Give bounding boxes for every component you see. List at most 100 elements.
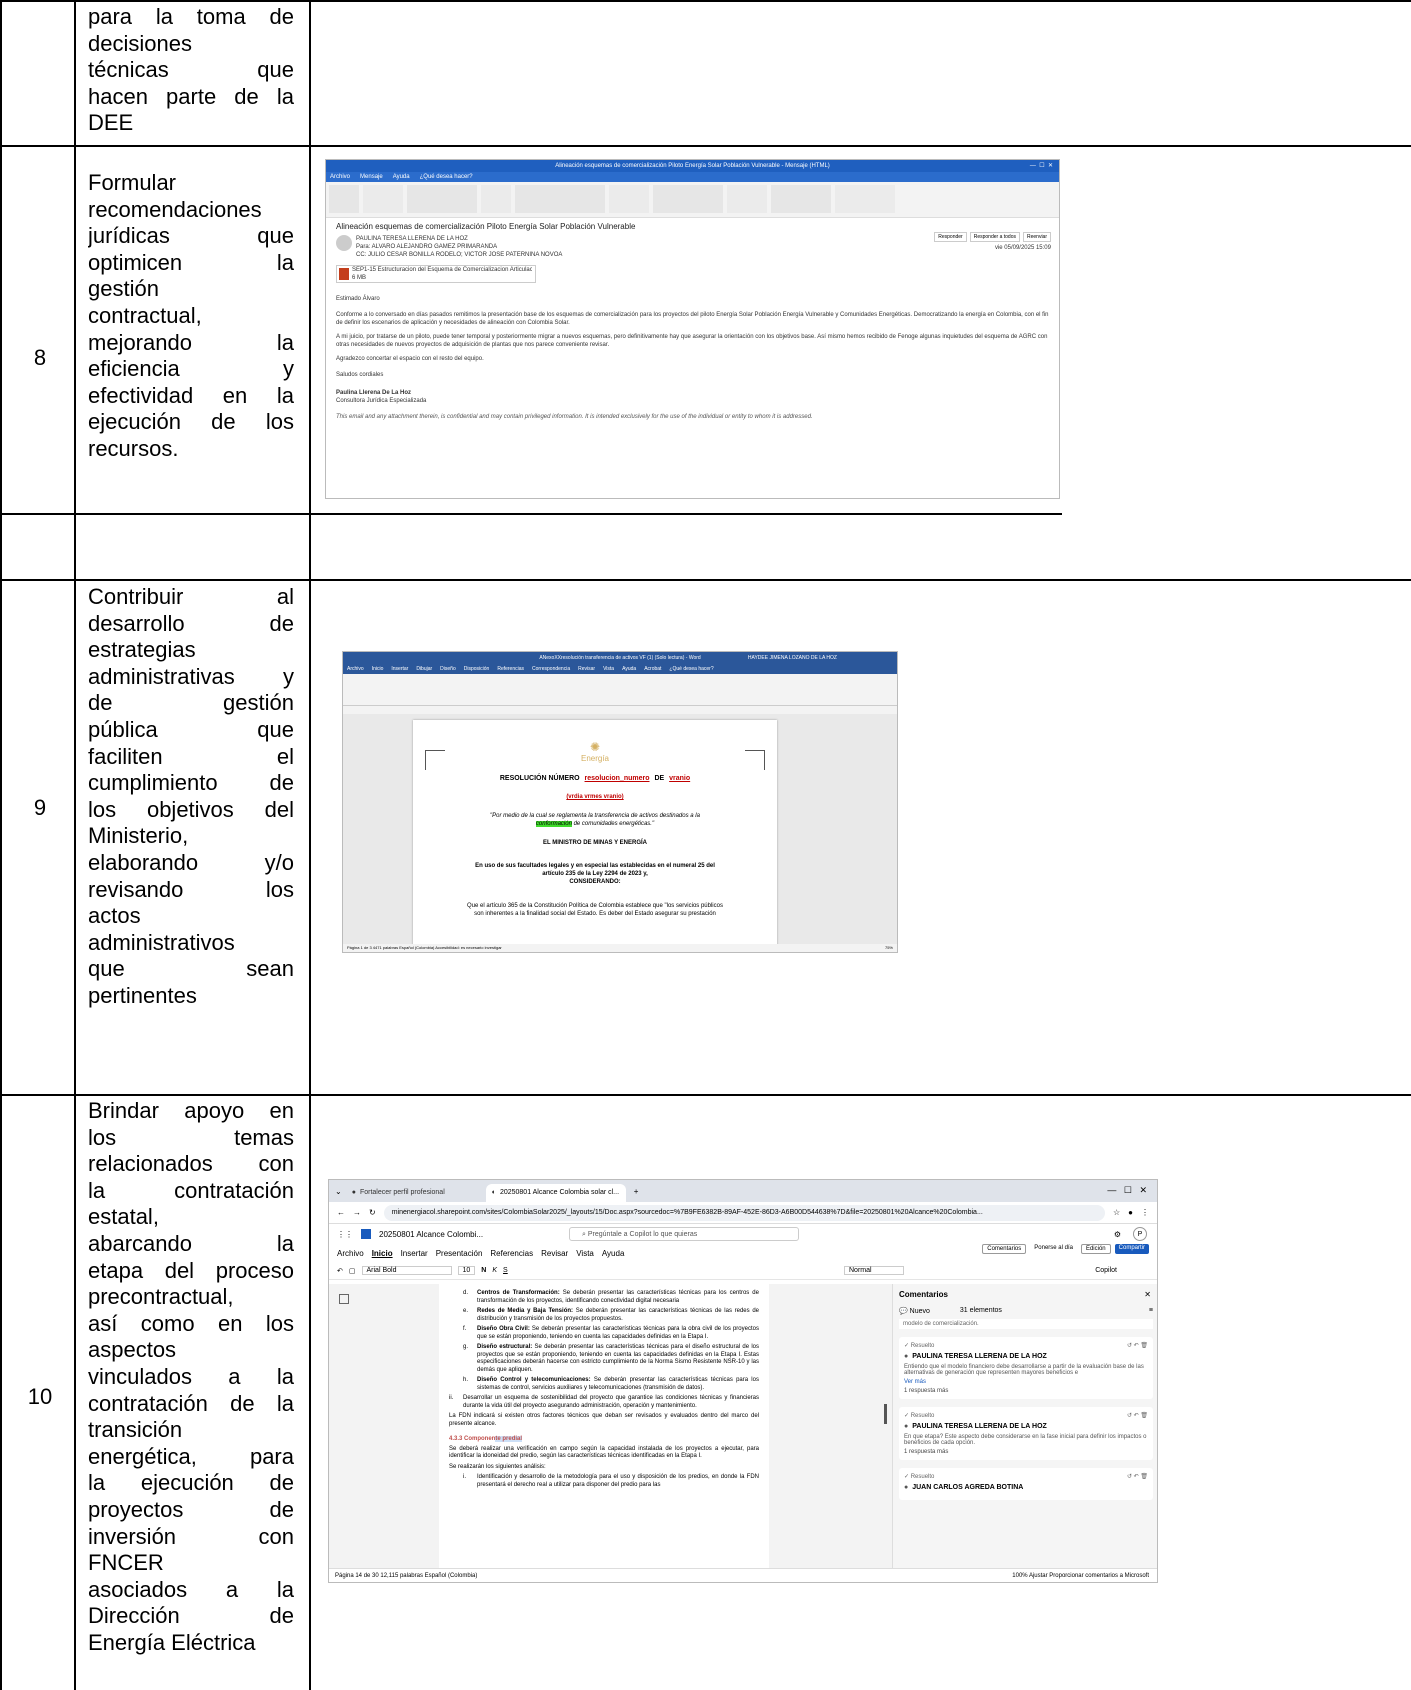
ribbon-group[interactable]	[407, 185, 477, 213]
menu-tab-archivo[interactable]: Archivo	[337, 1249, 364, 1258]
email-closing: Saludos cordiales	[336, 372, 384, 378]
ribbon-tab[interactable]: Diseño	[440, 666, 456, 672]
ribbon-tab[interactable]: Acrobat	[644, 666, 661, 672]
ribbon-group[interactable]	[609, 185, 649, 213]
item-text: Centros de Transformación: Se deberán pr…	[477, 1290, 759, 1305]
new-tab-icon[interactable]: +	[634, 1187, 639, 1196]
ribbon-tab[interactable]: Referencias	[497, 666, 524, 672]
ribbon-group[interactable]	[727, 185, 767, 213]
sender-name[interactable]: PAULINA TERESA LLERENA DE LA HOZ	[356, 235, 562, 243]
ribbon-group[interactable]	[515, 185, 605, 213]
filter-icon[interactable]: ≡	[1149, 1307, 1153, 1315]
vertical-scrollbar[interactable]	[884, 1404, 887, 1424]
comment-actions-icon[interactable]: ↺ ↶ 🗑	[1127, 1412, 1148, 1419]
italic-icon[interactable]: K	[492, 1267, 497, 1274]
description-line: relacionados con	[88, 1151, 294, 1177]
ribbon-group[interactable]	[835, 185, 895, 213]
comment-author-row: ● PAULINA TERESA LLERENA DE LA HOZ	[904, 1423, 1148, 1430]
ribbon-tab[interactable]: Disposición	[464, 666, 490, 672]
undo-icon[interactable]: ↶	[337, 1267, 343, 1275]
editing-button[interactable]: Edición	[1080, 1244, 1111, 1254]
resolution-heading: RESOLUCIÓN NÚMERO resolucion_numero DE v…	[413, 775, 777, 782]
settings-icon[interactable]: ⚙	[1114, 1230, 1121, 1239]
replies-count[interactable]: 1 respuesta más	[904, 1449, 1148, 1455]
ribbon-group[interactable]	[653, 185, 723, 213]
font-select[interactable]: Arial Bold	[361, 1266, 452, 1275]
description-line: la contratación	[88, 1177, 294, 1203]
see-more-link[interactable]: Ver más	[904, 1379, 1148, 1385]
ribbon-tab[interactable]: Revisar	[578, 666, 595, 672]
back-icon[interactable]: ←	[337, 1208, 345, 1217]
replies-count[interactable]: 1 respuesta más	[904, 1388, 1148, 1394]
ribbon-tab[interactable]: Archivo	[330, 174, 350, 180]
ribbon-tab[interactable]: Inicio	[372, 666, 384, 672]
comment-actions-icon[interactable]: ↺ ↶ 🗑	[1127, 1473, 1148, 1480]
forward-icon[interactable]: →	[353, 1208, 361, 1217]
paste-icon[interactable]: ▢	[349, 1267, 356, 1275]
ribbon-tab[interactable]: ¿Qué desea hacer?	[669, 666, 713, 672]
tab-list-icon[interactable]: ⌄	[335, 1187, 342, 1196]
comments-button[interactable]: Comentarios	[982, 1244, 1027, 1254]
ribbon-group[interactable]	[329, 185, 359, 213]
ribbon-tab[interactable]: Dibujar	[416, 666, 432, 672]
cc-line: CC: JULIO CESAR BONILLA RODELO; VICTOR J…	[356, 252, 563, 258]
bold-icon[interactable]: N	[481, 1267, 486, 1274]
ribbon-tab[interactable]: Vista	[603, 666, 614, 672]
font-size-select[interactable]: 10	[457, 1266, 476, 1275]
catch-up-button[interactable]: Ponerse al día	[1030, 1244, 1077, 1254]
star-icon[interactable]: ☆	[1113, 1208, 1120, 1217]
menu-tab-insertar[interactable]: Insertar	[401, 1249, 428, 1258]
outlook-titlebar: Alineación esquemas de comercialización …	[326, 160, 1059, 172]
ribbon-tab[interactable]: ¿Qué desea hacer?	[420, 174, 473, 180]
quote-highlight: conformación	[535, 821, 572, 827]
ribbon-tab[interactable]: Correspondencia	[532, 666, 570, 672]
doc-name[interactable]: 20250801 Alcance Colombi...	[379, 1230, 483, 1239]
app-launcher-icon[interactable]: ⋮⋮	[337, 1230, 353, 1239]
menu-tab-vista[interactable]: Vista	[576, 1249, 594, 1258]
ribbon-group[interactable]	[481, 185, 511, 213]
ribbon-tab[interactable]: Ayuda	[622, 666, 636, 672]
attachment-chip[interactable]: SEP1-15 Estructuracion del Esquema de Co…	[336, 265, 536, 283]
address-bar[interactable]: minenergiacol.sharepoint.com/sites/Colom…	[383, 1204, 1105, 1221]
activity-description: Brindar apoyo en los temas relacionados co…	[88, 1098, 294, 1656]
word-menu-actions: Comentarios Ponerse al día Edición Compa…	[982, 1244, 1149, 1254]
reply-action-button[interactable]: Responder	[934, 232, 967, 242]
reply-action-button[interactable]: Responder a todos	[969, 232, 1020, 242]
avatar[interactable]: P	[1133, 1227, 1147, 1241]
ribbon-tab[interactable]: Archivo	[347, 666, 364, 672]
description-line: contratación de la	[88, 1390, 294, 1416]
window-controls[interactable]: — ☐ ✕	[1030, 160, 1053, 172]
item-label: i.	[463, 1474, 466, 1480]
sidebar-toggle-icon[interactable]	[339, 1294, 349, 1304]
browser-tab-active[interactable]: ◐ 20250801 Alcance Colombia solar cl...	[485, 1184, 626, 1202]
reload-icon[interactable]: ↻	[369, 1208, 376, 1217]
ribbon-group[interactable]	[363, 185, 403, 213]
to-line: Para: ALVARO ALEJANDRO GAMEZ PRIMARANDA	[356, 244, 498, 250]
comment-actions-icon[interactable]: ↺ ↶ 🗑	[1127, 1342, 1148, 1349]
document-page: d. Centros de Transformación: Se deberán …	[439, 1284, 769, 1570]
window-controls[interactable]: — ☐ ✕	[1107, 1185, 1147, 1196]
ribbon-tab[interactable]: Mensaje	[360, 174, 383, 180]
close-icon[interactable]: ✕	[1144, 1290, 1151, 1299]
menu-tab-revisar[interactable]: Revisar	[541, 1249, 568, 1258]
share-button[interactable]: Compartir	[1114, 1244, 1149, 1254]
ribbon-group[interactable]	[771, 185, 831, 213]
new-comment-button[interactable]: 💬 Nuevo	[899, 1307, 930, 1315]
style-select[interactable]: Normal	[844, 1266, 904, 1275]
copilot-search[interactable]: ⌕ Pregúntale a Copilot lo que quieras	[569, 1227, 799, 1241]
reply-action-button[interactable]: Reenviar	[1022, 232, 1051, 242]
uses-text: En uso de sus facultades legales y en es…	[475, 863, 715, 869]
copilot-button[interactable]: Copilot	[1095, 1267, 1117, 1274]
menu-tab-ayuda[interactable]: Ayuda	[602, 1249, 625, 1258]
menu-tab-referencias[interactable]: Referencias	[490, 1249, 533, 1258]
menu-tab-presentación[interactable]: Presentación	[436, 1249, 483, 1258]
underline-icon[interactable]: S	[503, 1267, 508, 1274]
profile-icon[interactable]: ●	[1128, 1208, 1133, 1217]
browser-tab[interactable]: ● Fortalecer perfil profesional	[346, 1184, 486, 1202]
description-line: revisando los	[88, 876, 294, 902]
menu-tab-inicio[interactable]: Inicio	[372, 1249, 393, 1258]
menu-icon[interactable]: ⋮	[1141, 1208, 1149, 1217]
ribbon-tab[interactable]: Insertar	[391, 666, 408, 672]
description-line: Energía Eléctrica	[88, 1629, 256, 1655]
ribbon-tab[interactable]: Ayuda	[393, 174, 410, 180]
